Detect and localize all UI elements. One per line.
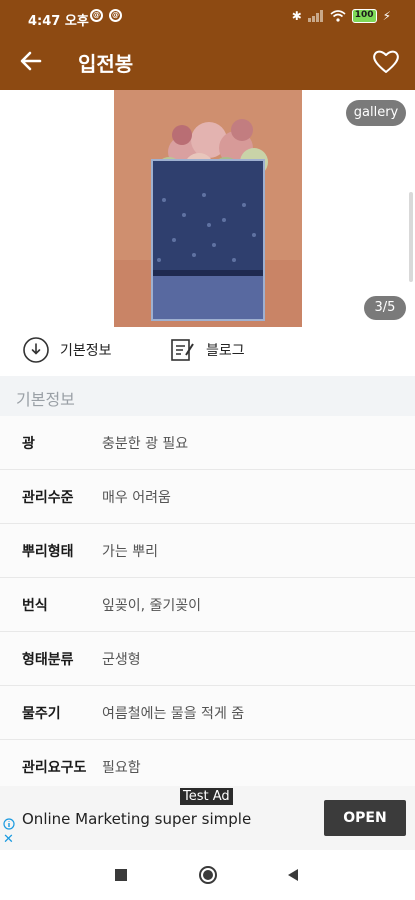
info-label: 광 xyxy=(22,435,35,452)
info-row: 광 충분한 광 필요 xyxy=(0,416,415,470)
messenger-icon: @ xyxy=(109,9,122,22)
info-label: 관리요구도 xyxy=(22,759,87,776)
page-title: 입전봉 xyxy=(78,52,134,76)
ad-info-icon[interactable] xyxy=(3,818,15,830)
scrollbar[interactable] xyxy=(409,192,413,282)
wifi-icon xyxy=(330,10,346,22)
home-icon[interactable] xyxy=(198,865,218,885)
info-value: 군생형 xyxy=(102,651,141,668)
info-label: 형태분류 xyxy=(22,651,74,668)
heart-outline-icon[interactable] xyxy=(371,46,401,76)
ad-banner[interactable]: Test Ad ✕ Online Marketing super simple … xyxy=(0,786,415,850)
info-row: 관리수준 매우 어려움 xyxy=(0,470,415,524)
basic-info-button[interactable]: 기본정보 xyxy=(22,336,112,364)
note-edit-icon xyxy=(171,339,194,361)
blog-button[interactable]: 블로그 xyxy=(168,336,245,364)
info-list: 광 충분한 광 필요 관리수준 매우 어려움 뿌리형태 가는 뿌리 번식 잎꽂이… xyxy=(0,416,415,794)
info-value: 여름철에는 물을 적게 줌 xyxy=(102,705,245,722)
info-value: 매우 어려움 xyxy=(102,489,171,506)
info-value: 가는 뿌리 xyxy=(102,543,158,560)
system-nav-bar xyxy=(0,850,415,900)
ad-open-button[interactable]: OPEN xyxy=(324,800,406,836)
battery-indicator: 100 xyxy=(351,9,377,23)
blog-label: 블로그 xyxy=(206,343,245,359)
next-image-icon[interactable]: › xyxy=(386,198,396,228)
arrow-left-icon[interactable] xyxy=(18,48,44,74)
basic-info-label: 기본정보 xyxy=(60,343,112,359)
info-value: 충분한 광 필요 xyxy=(102,435,189,452)
info-row: 뿌리형태 가는 뿌리 xyxy=(0,524,415,578)
gallery-button[interactable]: gallery xyxy=(346,100,406,126)
bluetooth-icon: ✱ xyxy=(291,9,302,23)
section-header: 기본정보 xyxy=(0,376,415,416)
info-row: 물주기 여름철에는 물을 적게 줌 xyxy=(0,686,415,740)
ad-text: Online Marketing super simple xyxy=(22,810,252,828)
info-row: 형태분류 군생형 xyxy=(0,632,415,686)
back-triangle-icon[interactable] xyxy=(286,868,300,882)
charging-icon: ⚡ xyxy=(382,9,391,23)
recent-apps-icon[interactable] xyxy=(114,868,128,882)
info-label: 뿌리형태 xyxy=(22,543,74,560)
ad-close-icon[interactable]: ✕ xyxy=(3,833,14,846)
status-time: 4:47 오후 xyxy=(28,14,89,29)
app-bar: 입전봉 xyxy=(0,34,415,90)
ad-tag: Test Ad xyxy=(180,788,233,805)
plant-photo xyxy=(114,90,302,327)
info-label: 번식 xyxy=(22,597,48,614)
image-gallery[interactable]: ‹ › gallery 3/5 xyxy=(0,90,415,330)
action-row: 기본정보 블로그 xyxy=(0,332,415,370)
status-system-icons: ✱ 100 ⚡ xyxy=(292,9,391,23)
info-circle-icon xyxy=(23,337,49,363)
status-bar: 4:47 오후 @ @ ✱ 100 ⚡ xyxy=(0,0,415,34)
info-label: 관리수준 xyxy=(22,489,74,506)
previous-image-icon[interactable]: ‹ xyxy=(14,198,24,228)
messenger-icon: @ xyxy=(90,9,103,22)
info-label: 물주기 xyxy=(22,705,61,722)
image-counter: 3/5 xyxy=(364,296,406,320)
info-value: 잎꽂이, 줄기꽂이 xyxy=(102,597,202,614)
info-value: 필요함 xyxy=(102,759,141,776)
info-row: 번식 잎꽂이, 줄기꽂이 xyxy=(0,578,415,632)
status-notification-icons: @ @ xyxy=(90,9,122,22)
signal-icon xyxy=(307,10,323,22)
